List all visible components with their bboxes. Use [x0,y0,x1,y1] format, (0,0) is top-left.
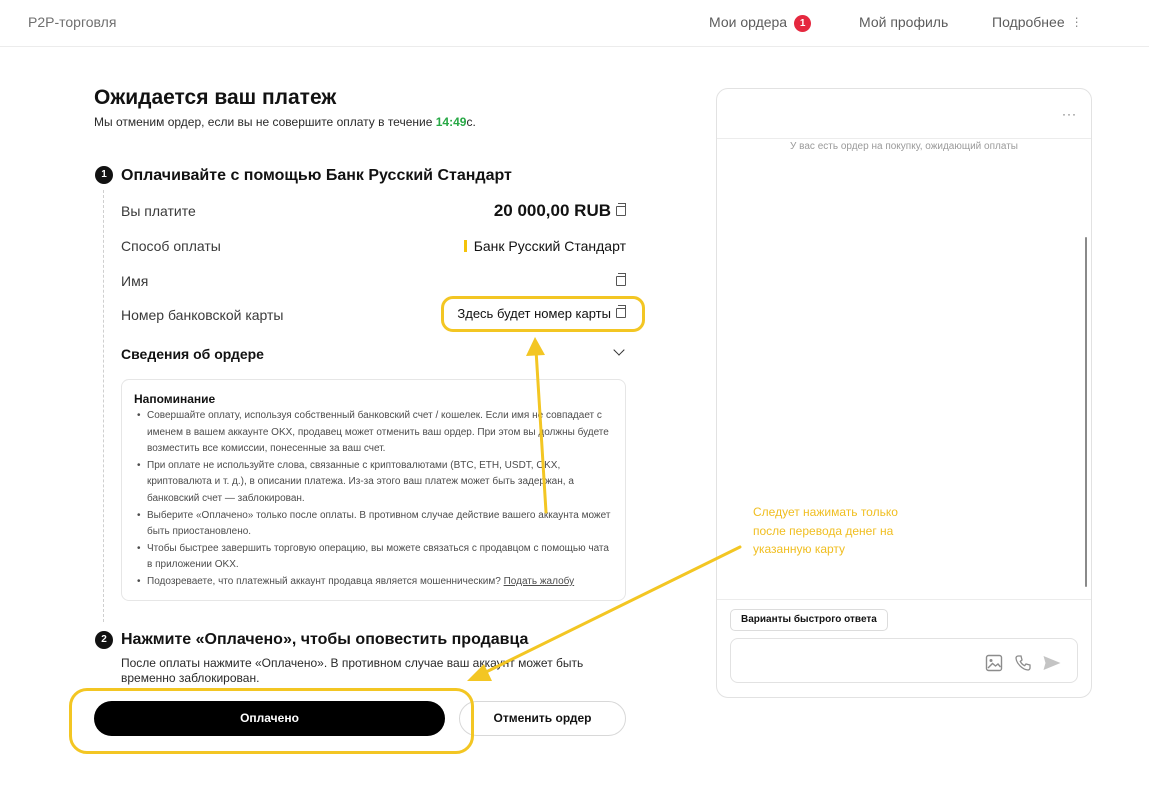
arrow-to-card-number [526,337,548,514]
arrow-to-paid-button [467,545,742,681]
annotation-arrows [467,337,742,681]
